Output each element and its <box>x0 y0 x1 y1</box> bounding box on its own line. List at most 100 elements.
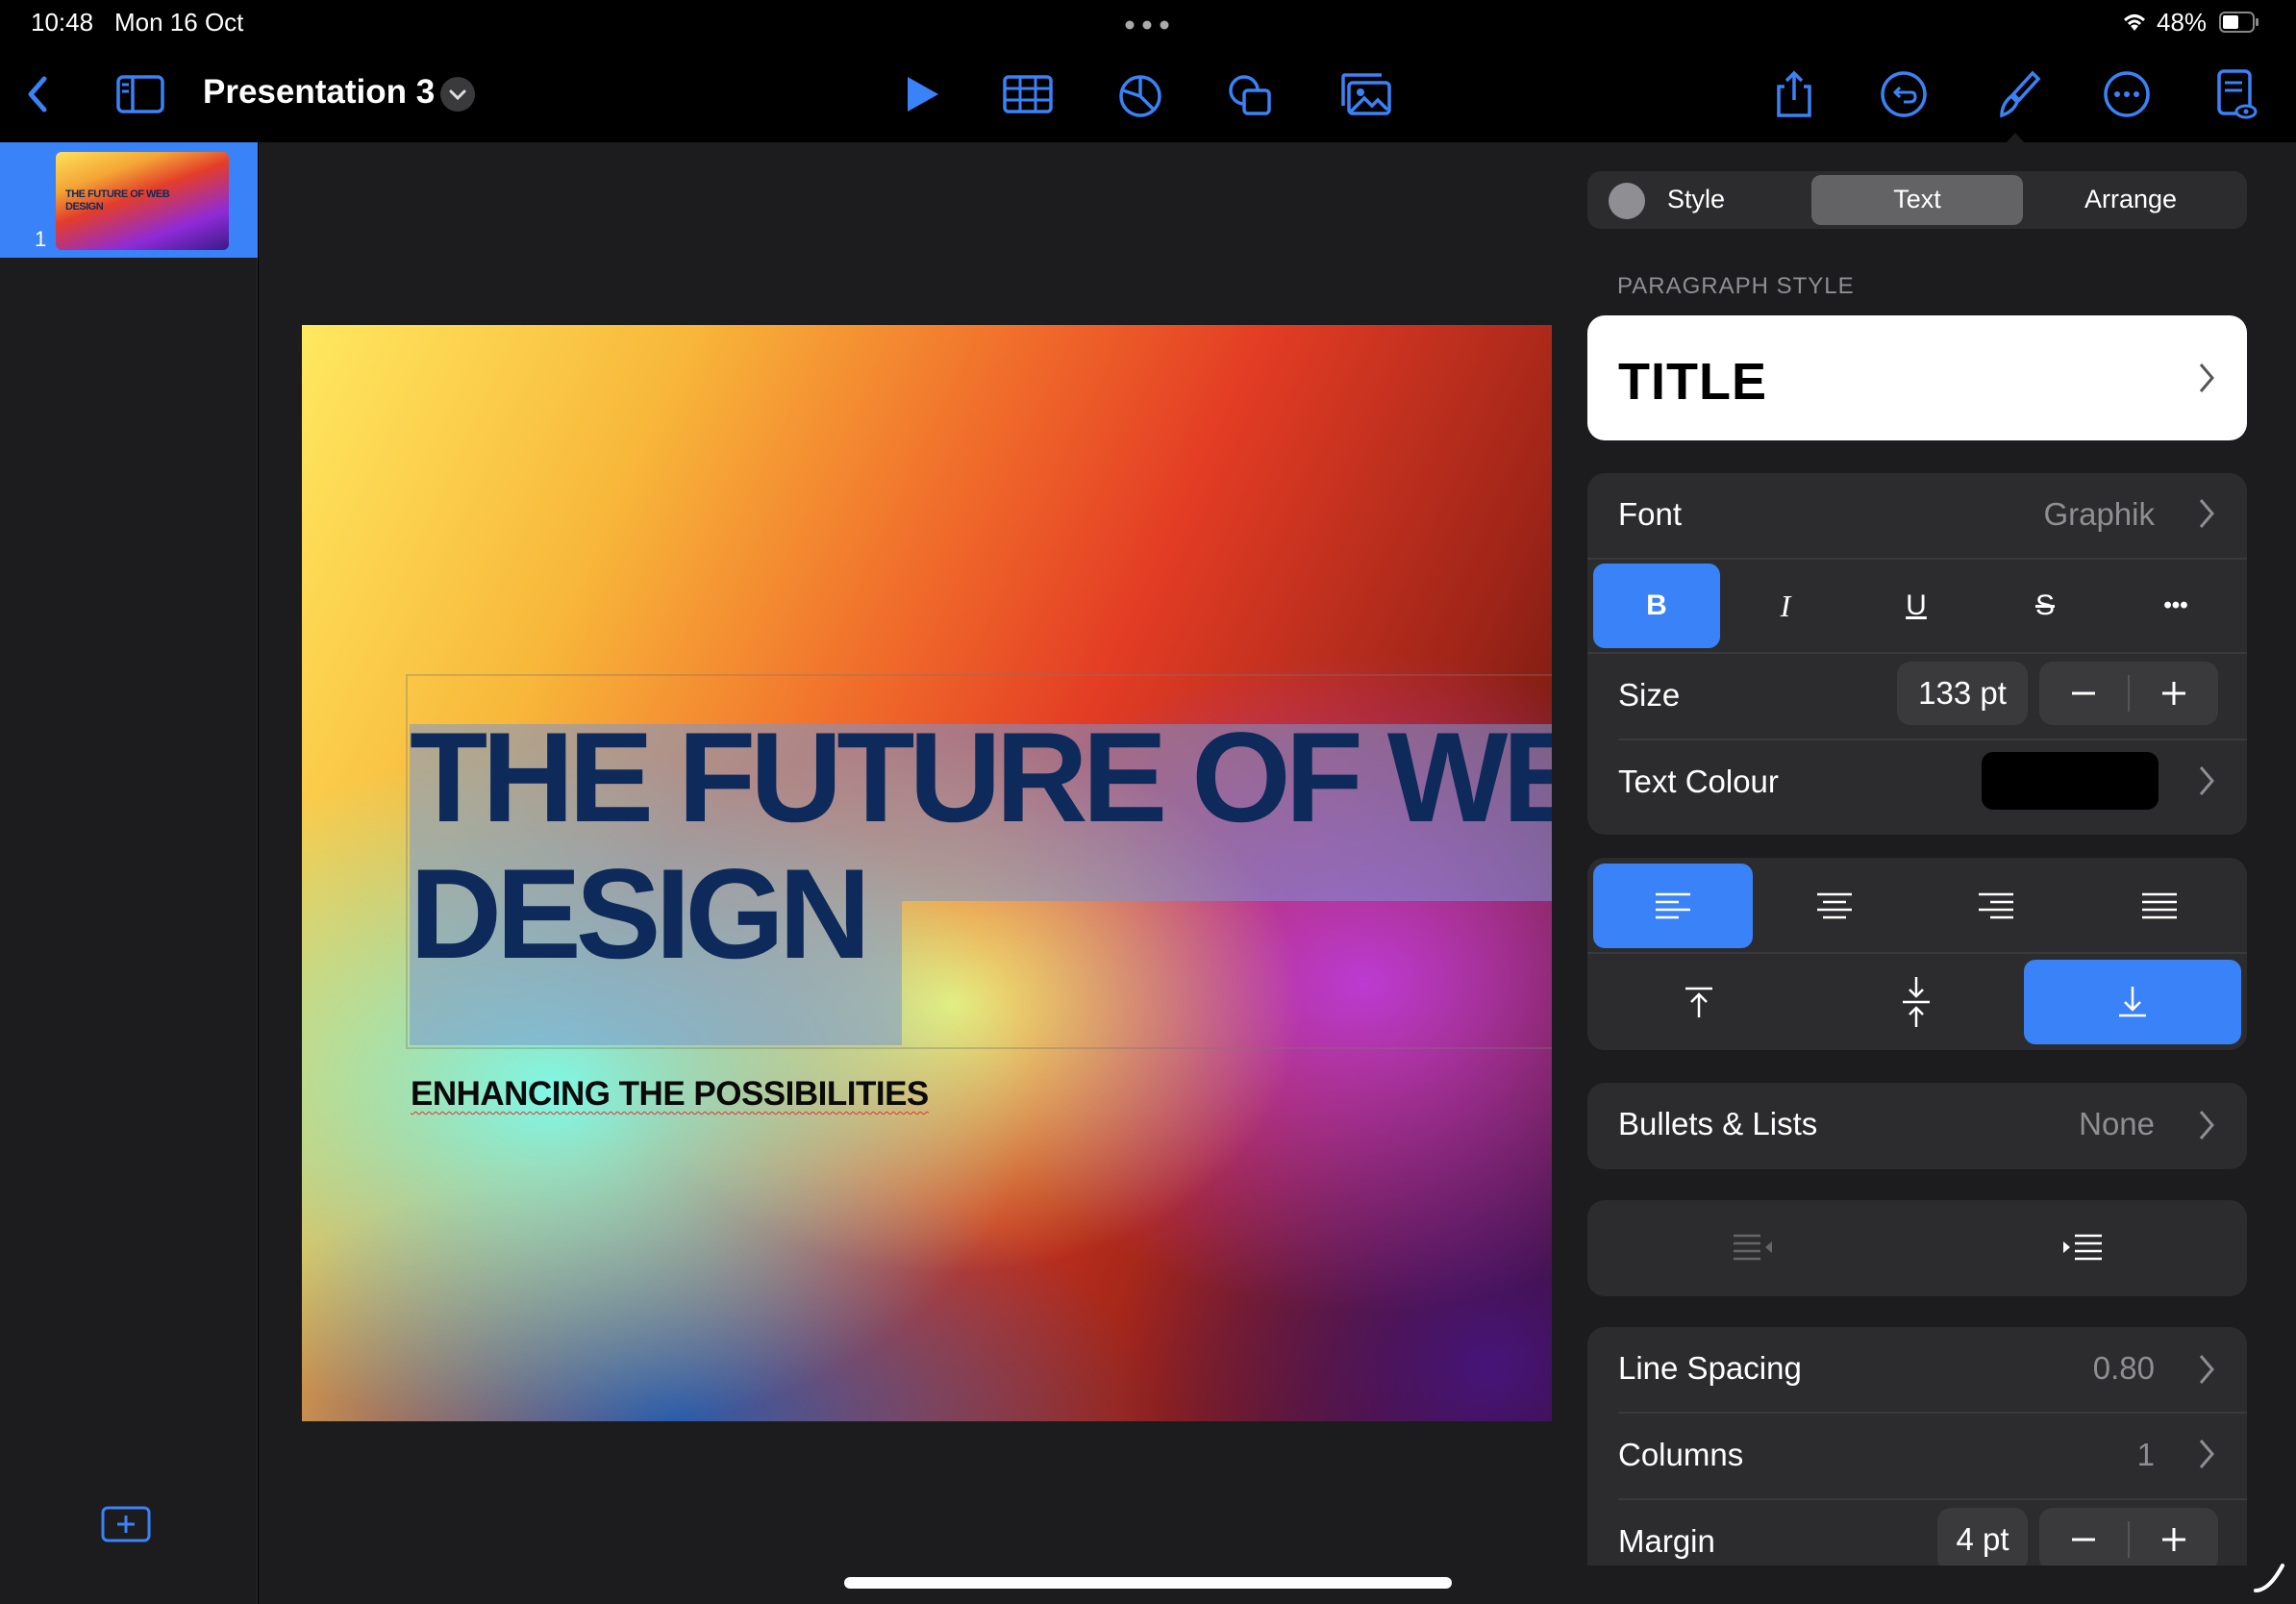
margin-label: Margin <box>1618 1523 1715 1559</box>
strikethrough-button[interactable]: S <box>1982 564 2109 648</box>
align-left-icon <box>1656 892 1690 919</box>
style-swatch-icon <box>1609 183 1645 219</box>
insert-media-button[interactable] <box>1337 65 1395 123</box>
undo-button[interactable] <box>1875 65 1933 123</box>
text-colour-label: Text Colour <box>1618 764 1779 799</box>
paintbrush-icon <box>2000 70 2041 118</box>
insert-shape-button[interactable] <box>1221 65 1279 123</box>
photo-icon <box>1341 73 1391 115</box>
margin-value-field[interactable]: 4 pt <box>1937 1508 2028 1566</box>
document-title[interactable]: Presentation 3 <box>203 73 435 112</box>
divider <box>1587 652 2247 654</box>
minus-icon <box>2072 1538 2095 1541</box>
columns-value[interactable]: 1 <box>1972 1437 2155 1473</box>
align-bottom-icon <box>2119 987 2146 1017</box>
share-button[interactable] <box>1765 65 1823 123</box>
play-button[interactable] <box>892 65 950 123</box>
margin-stepper <box>2039 1508 2218 1566</box>
divider <box>1618 1412 2247 1414</box>
align-right-button[interactable] <box>1916 864 2076 948</box>
indent-icon <box>2062 1234 2102 1261</box>
margin-decrease-button[interactable] <box>2039 1508 2128 1566</box>
align-middle-button[interactable] <box>1810 960 2022 1044</box>
status-bar: 10:48 Mon 16 Oct 48% <box>0 0 2296 46</box>
chevron-down-icon <box>449 89 466 101</box>
font-value[interactable]: Graphik <box>1972 496 2155 533</box>
format-button[interactable] <box>1988 65 2046 123</box>
table-icon <box>1003 75 1053 113</box>
align-left-button[interactable] <box>1593 864 1753 948</box>
bullets-lists-row[interactable]: Bullets & Lists None <box>1587 1083 2247 1169</box>
slide-title[interactable]: THE FUTURE OF WEB DESIGN <box>410 710 1552 983</box>
size-increase-button[interactable] <box>2130 662 2218 725</box>
tab-style[interactable]: Style <box>1667 185 1725 214</box>
slide-subtitle[interactable]: ENHANCING THE POSSIBILITIES <box>411 1075 929 1114</box>
divider <box>1587 558 2247 560</box>
plus-icon <box>101 1506 151 1542</box>
font-group: Font Graphik B I U S ••• Size 133 pt Tex… <box>1587 473 2247 835</box>
line-spacing-label: Line Spacing <box>1618 1350 1802 1386</box>
chevron-left-icon <box>28 76 47 113</box>
slide-thumbnail[interactable]: THE FUTURE OF WEB DESIGN <box>56 152 229 250</box>
insert-chart-button[interactable] <box>1111 65 1169 123</box>
font-label: Font <box>1618 496 1683 532</box>
add-slide-button[interactable] <box>101 1506 151 1542</box>
presenter-notes-button[interactable] <box>2206 65 2263 123</box>
slide[interactable]: THE FUTURE OF WEB DESIGN ENHANCING THE P… <box>302 325 1552 1421</box>
tab-text[interactable]: Text <box>1811 185 2023 214</box>
chevron-right-icon[interactable] <box>2195 1435 2218 1473</box>
columns-label: Columns <box>1618 1437 1744 1472</box>
outdent-icon <box>1733 1234 1772 1261</box>
document-eye-icon <box>2217 69 2258 119</box>
back-button[interactable] <box>10 65 67 123</box>
line-spacing-value[interactable]: 0.80 <box>1972 1350 2155 1387</box>
justify-icon <box>2142 892 2177 919</box>
thumbnail-title: THE FUTURE OF WEB DESIGN <box>65 188 170 213</box>
sidebar-toggle-button[interactable] <box>112 65 169 123</box>
align-middle-icon <box>1903 977 1930 1027</box>
paragraph-style-button[interactable]: TITLE <box>1587 315 2247 440</box>
pencil-icon[interactable] <box>2250 1558 2288 1596</box>
size-value-field[interactable]: 133 pt <box>1897 662 2028 725</box>
paragraph-style-value: TITLE <box>1618 353 1767 411</box>
multitask-dots-icon[interactable] <box>1125 17 1169 30</box>
popover-arrow <box>1996 129 2034 154</box>
more-text-options-button[interactable]: ••• <box>2112 564 2239 648</box>
sidebar-icon <box>116 75 164 113</box>
justify-button[interactable] <box>2080 864 2239 948</box>
battery-icon <box>2219 12 2259 33</box>
decrease-indent-button[interactable] <box>1587 1206 1917 1291</box>
align-top-button[interactable] <box>1593 960 1805 1044</box>
insert-table-button[interactable] <box>999 65 1057 123</box>
text-colour-swatch[interactable] <box>1982 752 2159 810</box>
slide-navigator <box>0 142 258 1604</box>
minus-icon <box>2072 691 2095 695</box>
align-right-icon <box>1979 892 2013 919</box>
underline-button[interactable]: U <box>1853 564 1980 648</box>
chevron-right-icon[interactable] <box>2195 1350 2218 1389</box>
align-center-button[interactable] <box>1755 864 1914 948</box>
undo-icon <box>1881 71 1927 117</box>
title-menu-button[interactable] <box>440 77 475 112</box>
increase-indent-button[interactable] <box>1917 1206 2247 1291</box>
battery-percent: 48% <box>2157 8 2208 37</box>
align-bottom-button[interactable] <box>2024 960 2241 1044</box>
spacing-group: Line Spacing 0.80 Columns 1 Margin 4 pt <box>1587 1327 2247 1566</box>
chevron-right-icon[interactable] <box>2195 762 2218 800</box>
divider <box>1618 739 2247 740</box>
chevron-right-icon[interactable] <box>2195 494 2218 533</box>
size-label: Size <box>1618 677 1681 713</box>
more-button[interactable] <box>2098 65 2156 123</box>
italic-button[interactable]: I <box>1722 564 1849 648</box>
play-icon <box>908 77 938 112</box>
margin-increase-button[interactable] <box>2130 1508 2218 1566</box>
size-stepper <box>2039 662 2218 725</box>
alignment-group <box>1587 858 2247 1050</box>
align-top-icon <box>1685 987 1712 1017</box>
home-indicator[interactable] <box>844 1577 1452 1589</box>
tab-arrange[interactable]: Arrange <box>2025 185 2236 214</box>
size-decrease-button[interactable] <box>2039 662 2128 725</box>
plus-icon <box>2162 682 2185 705</box>
bullets-value: None <box>2079 1106 2155 1141</box>
bold-button[interactable]: B <box>1593 564 1720 648</box>
